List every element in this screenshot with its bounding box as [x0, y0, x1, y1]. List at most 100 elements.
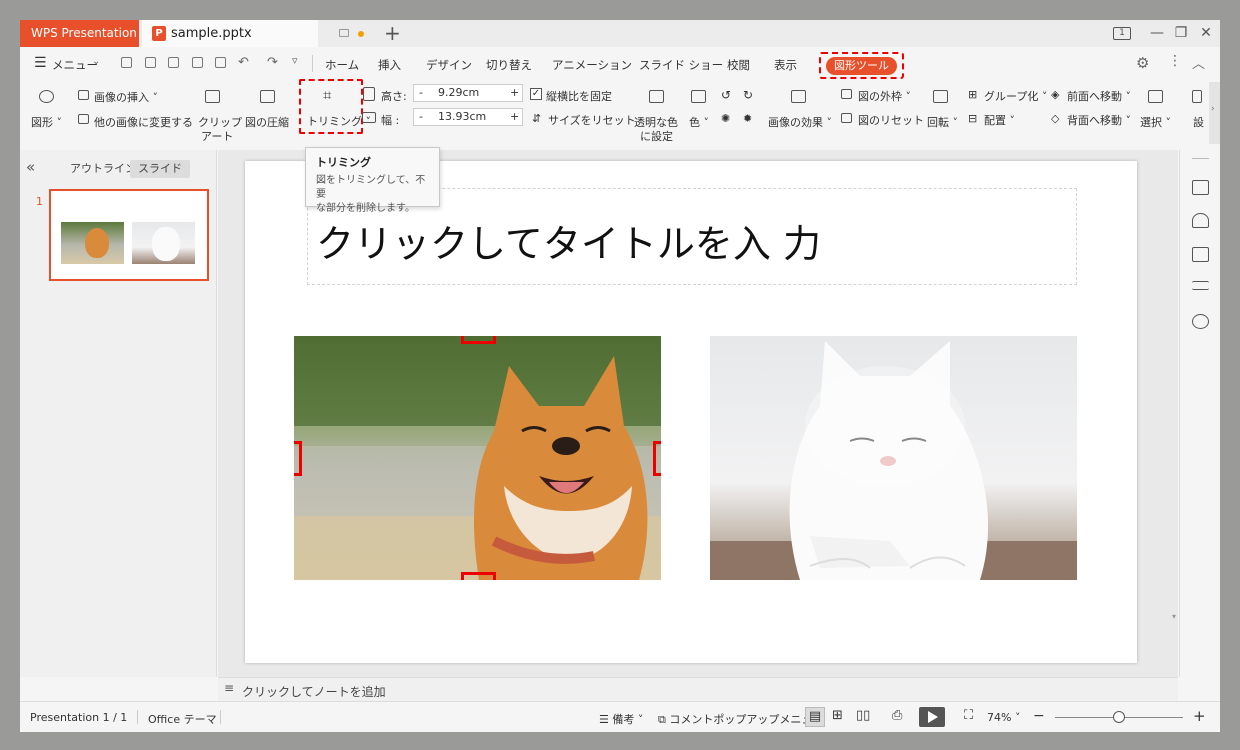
notes-bar[interactable]: ≡ クリックしてノートを追加	[218, 677, 1178, 701]
crop-handle-bottom[interactable]	[461, 572, 496, 580]
compress-icon[interactable]	[260, 90, 275, 103]
tab-animation[interactable]: アニメーション	[552, 57, 632, 73]
rotate-icon[interactable]	[933, 90, 948, 103]
animation-icon[interactable]	[1192, 213, 1209, 228]
zoom-slider-handle[interactable]	[1113, 711, 1125, 723]
play-slideshow-button[interactable]	[919, 707, 945, 727]
zoom-dropdown[interactable]: 74% ˅	[987, 711, 1020, 724]
page-indicator-icon[interactable]: 1	[1112, 20, 1132, 47]
minimize-icon[interactable]: —	[1147, 20, 1167, 47]
app-tab[interactable]: WPS Presentation	[20, 20, 139, 47]
width-stepper[interactable]: - 13.93cm +	[413, 108, 523, 126]
bring-forward-button[interactable]: 前面へ移動 ˅	[1067, 88, 1131, 104]
send-backward-button[interactable]: 背面へ移動 ˅	[1067, 112, 1131, 128]
arrange-button[interactable]: 配置 ˅	[984, 112, 1015, 128]
slide-sorter-icon[interactable]: ⊞	[832, 708, 843, 723]
image-effect-button[interactable]: 画像の効果 ˅	[768, 114, 832, 130]
save-icon[interactable]	[145, 57, 156, 68]
undo-icon[interactable]: ↶	[238, 55, 249, 70]
outline-button[interactable]: 図の外枠 ˅	[858, 88, 911, 104]
hamburger-icon[interactable]: ☰	[34, 55, 47, 71]
tab-picture-tools[interactable]: 図形ツール	[819, 52, 904, 79]
image-effect-icon[interactable]	[791, 90, 806, 103]
restore-icon[interactable]: ❐	[1171, 20, 1191, 47]
reset-picture-button[interactable]: 図のリセット	[858, 112, 924, 128]
transparent-color-icon[interactable]	[649, 90, 664, 103]
tab-slideshow[interactable]: スライド ショー	[639, 57, 723, 73]
collapse-pane-icon[interactable]: «	[26, 158, 35, 176]
ribbon-scroll-right[interactable]: ›	[1209, 82, 1220, 144]
height-stepper[interactable]: - 9.29cm +	[413, 84, 523, 102]
contrast-icon[interactable]: ✹	[743, 112, 752, 125]
tab-slide[interactable]: スライド	[130, 160, 190, 178]
more-icon[interactable]: ⋮	[1168, 53, 1182, 69]
comment-popup-button[interactable]: ⧉ コメントポップアップメニュー	[658, 711, 823, 727]
redo-icon[interactable]: ↷	[267, 55, 278, 70]
rotate-left-icon[interactable]: ↺	[721, 88, 731, 102]
notes-button[interactable]: ☰ 備考 ˅	[599, 711, 643, 727]
insert-image-button[interactable]: 画像の挿入 ˅	[94, 89, 158, 105]
crop-handle-top[interactable]	[461, 336, 496, 344]
compress-button[interactable]: 図の圧縮	[245, 114, 289, 130]
crop-handle-left[interactable]	[294, 441, 302, 476]
tab-home[interactable]: ホーム	[325, 57, 359, 73]
width-plus[interactable]: +	[510, 109, 519, 125]
fit-window-icon[interactable]: ⛶	[964, 708, 973, 723]
trim-button[interactable]: ⌗ トリミング ˅	[299, 79, 371, 134]
color-icon[interactable]	[691, 90, 706, 103]
file-tab[interactable]: P sample.pptx	[142, 20, 364, 47]
properties-icon[interactable]	[1192, 281, 1209, 290]
slide[interactable]: クリックしてタイトルを入 力	[245, 161, 1137, 663]
gear-icon[interactable]: ⚙	[1136, 54, 1149, 72]
normal-view-icon[interactable]: ▤	[805, 707, 825, 727]
width-minus[interactable]: -	[419, 109, 423, 125]
transparent-color-line2[interactable]: に設定	[640, 128, 673, 144]
presenter-icon[interactable]: ⎙	[892, 708, 902, 723]
picture-panel-icon[interactable]	[1192, 247, 1209, 262]
rotate-right-icon[interactable]: ↻	[743, 88, 753, 102]
tab-design[interactable]: デザイン	[426, 57, 472, 73]
close-icon[interactable]: ✕	[1196, 20, 1216, 47]
reading-view-icon[interactable]: ▯▯	[856, 708, 870, 723]
tab-insert[interactable]: 挿入	[378, 57, 401, 73]
reset-size-button[interactable]: サイズをリセット	[548, 112, 636, 128]
history-icon[interactable]	[1192, 314, 1209, 329]
export-icon[interactable]	[168, 57, 179, 68]
clip-art-icon[interactable]	[205, 90, 220, 103]
settings-button[interactable]: 設	[1193, 114, 1204, 130]
preview-icon[interactable]	[215, 57, 226, 68]
menu-chevron-icon[interactable]: ⌄	[92, 56, 100, 67]
scroll-down-icon[interactable]: ▾	[1172, 612, 1176, 621]
slide-layout-icon[interactable]	[1192, 180, 1209, 195]
cat-picture[interactable]	[710, 336, 1077, 580]
tab-view[interactable]: 表示	[774, 57, 797, 73]
slide-thumbnail[interactable]	[49, 189, 209, 281]
zoom-in-button[interactable]: +	[1193, 707, 1206, 725]
crop-handle-top-right[interactable]	[632, 336, 661, 366]
customize-qat-icon[interactable]: ▿	[292, 54, 298, 67]
height-plus[interactable]: +	[510, 85, 519, 101]
select-icon[interactable]	[1148, 90, 1163, 103]
dog-picture[interactable]	[294, 336, 661, 580]
collapse-ribbon-icon[interactable]: ︿	[1192, 53, 1205, 72]
zoom-slider[interactable]	[1055, 711, 1183, 723]
color-button[interactable]: 色 ˅	[689, 114, 709, 130]
zoom-out-button[interactable]: −	[1033, 708, 1045, 724]
clip-art-button-line2[interactable]: アート	[201, 128, 233, 144]
select-button[interactable]: 選択 ˅	[1140, 114, 1171, 130]
settings-icon[interactable]	[1192, 90, 1202, 103]
height-minus[interactable]: -	[419, 85, 423, 101]
new-tab-button[interactable]: +	[384, 21, 401, 45]
tab-review[interactable]: 校閲	[727, 57, 750, 73]
lock-ratio-checkbox[interactable]: ✓	[530, 88, 542, 100]
change-image-button[interactable]: 他の画像に変更する	[94, 114, 193, 130]
open-icon[interactable]	[121, 57, 132, 68]
crop-handle-top-left[interactable]	[294, 336, 323, 366]
shape-icon[interactable]	[39, 90, 54, 103]
tab-transitions[interactable]: 切り替え	[486, 57, 532, 73]
crop-handle-bottom-left[interactable]	[294, 550, 323, 580]
height-value[interactable]: 9.29cm	[438, 85, 479, 101]
print-icon[interactable]	[192, 57, 203, 68]
rotate-button[interactable]: 回転 ˅	[927, 114, 958, 130]
crop-handle-right[interactable]	[653, 441, 661, 476]
